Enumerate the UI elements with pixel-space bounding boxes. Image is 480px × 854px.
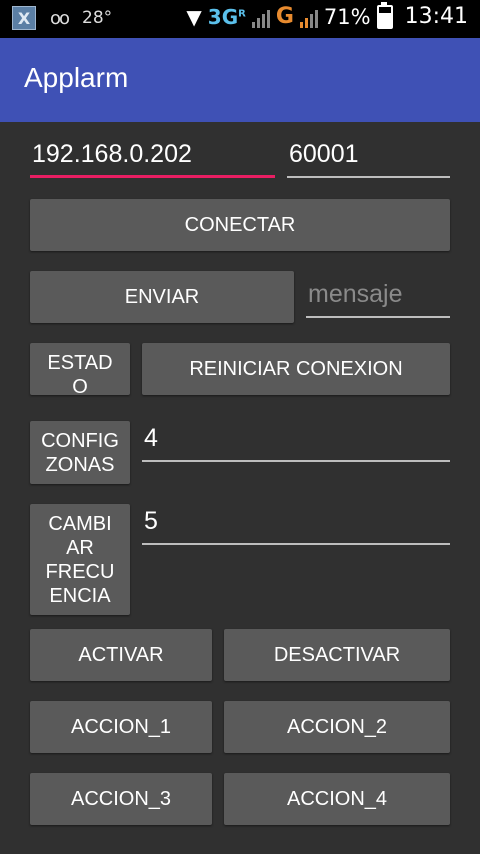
- voicemail-icon: oo: [50, 7, 70, 29]
- battery-icon: [376, 1, 393, 29]
- ip-address-input[interactable]: 192.168.0.202: [30, 138, 275, 178]
- app-bar: Applarm: [0, 38, 480, 122]
- port-value: 60001: [289, 140, 359, 168]
- frequency-underline: [142, 543, 450, 545]
- app-title: Applarm: [24, 62, 129, 93]
- battery-percent: 71%: [323, 4, 371, 29]
- action-3-button[interactable]: ACCION_3: [30, 773, 212, 825]
- status-bar: X oo 28° ▼ 3GR G 71% 13:41: [0, 0, 480, 38]
- status-button[interactable]: ESTAD O: [30, 343, 130, 395]
- action-1-button[interactable]: ACCION_1: [30, 701, 212, 753]
- zones-value: 4: [144, 424, 158, 452]
- message-input[interactable]: mensaje: [306, 278, 450, 318]
- deactivate-button[interactable]: DESACTIVAR: [224, 629, 450, 681]
- reset-connection-button[interactable]: REINICIAR CONEXION: [142, 343, 450, 395]
- clock: 13:41: [404, 4, 468, 29]
- port-input[interactable]: 60001: [287, 138, 450, 178]
- x-app-icon: X: [12, 6, 36, 30]
- wifi-icon: ▼: [186, 4, 202, 29]
- change-frequency-button[interactable]: CAMBI AR FRECU ENCIA: [30, 504, 130, 615]
- action-2-button[interactable]: ACCION_2: [224, 701, 450, 753]
- ip-address-value: 192.168.0.202: [32, 140, 192, 168]
- activate-button[interactable]: ACTIVAR: [30, 629, 212, 681]
- port-underline: [287, 176, 450, 178]
- temperature-text: 28°: [82, 8, 113, 28]
- action-4-button[interactable]: ACCION_4: [224, 773, 450, 825]
- signal-icon: [251, 6, 270, 28]
- zones-input[interactable]: 4: [142, 422, 450, 462]
- signal-icon-2: [299, 6, 318, 28]
- send-button[interactable]: ENVIAR: [30, 271, 294, 323]
- network-3g-text: 3GR: [207, 4, 246, 29]
- config-zones-button[interactable]: CONFIG ZONAS: [30, 421, 130, 484]
- frequency-input[interactable]: 5: [142, 505, 450, 545]
- connect-button[interactable]: CONECTAR: [30, 199, 450, 251]
- network-g-text: G: [275, 4, 294, 29]
- ip-underline: [30, 175, 275, 178]
- zones-underline: [142, 460, 450, 462]
- frequency-value: 5: [144, 507, 158, 535]
- message-placeholder: mensaje: [308, 280, 403, 308]
- message-underline: [306, 316, 450, 318]
